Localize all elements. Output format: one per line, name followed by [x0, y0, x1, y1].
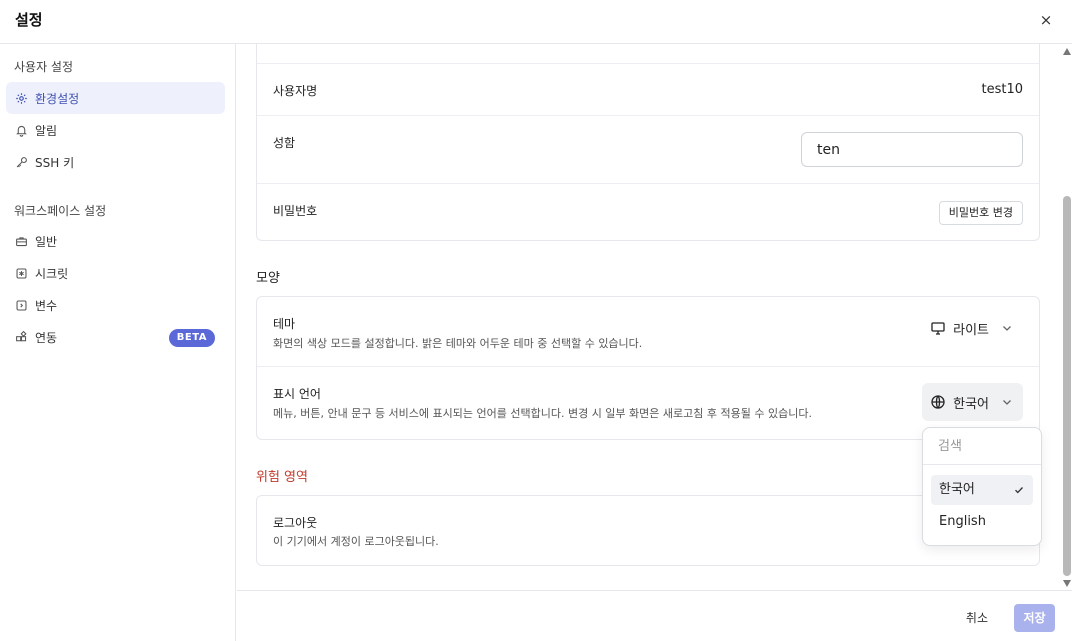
check-icon — [1015, 487, 1023, 494]
scroll-down-arrow-icon[interactable] — [1063, 580, 1071, 587]
language-option-english[interactable]: English — [931, 507, 1033, 537]
secret-icon — [15, 267, 28, 280]
password-row: 비밀번호 비밀번호 변경 — [257, 184, 1039, 241]
appearance-card: 테마 화면의 색상 모드를 설정합니다. 밝은 테마와 어두운 테마 중 선택할… — [256, 296, 1040, 440]
close-button[interactable]: × — [1036, 10, 1056, 30]
password-label: 비밀번호 — [273, 204, 318, 218]
briefcase-icon — [15, 235, 28, 248]
name-input[interactable] — [801, 132, 1023, 167]
settings-sidebar: 사용자 설정 환경설정 알림 SSH 키 워크스페이스 설정 일반 시크릿 변수… — [0, 44, 236, 641]
theme-select[interactable]: 라이트 — [922, 309, 1023, 347]
language-search-input[interactable]: 검색 — [923, 428, 1041, 465]
language-select[interactable]: 한국어 — [922, 383, 1023, 421]
sidebar-item-preferences[interactable]: 환경설정 — [6, 82, 225, 114]
appearance-section-title: 모양 — [256, 271, 280, 286]
theme-description: 화면의 색상 모드를 설정합니다. 밝은 테마와 어두운 테마 중 선택할 수 … — [273, 337, 643, 350]
sidebar-item-label: 환경설정 — [35, 91, 80, 106]
user-settings-group-label: 사용자 설정 — [14, 60, 74, 74]
logout-label: 로그아웃 — [273, 516, 318, 530]
dialog-header: 설정 × — [0, 0, 1072, 44]
sidebar-item-ssh-keys[interactable]: SSH 키 — [6, 146, 225, 178]
name-label: 성함 — [273, 136, 296, 150]
monitor-icon — [930, 320, 946, 336]
gear-icon — [15, 92, 28, 105]
sidebar-item-variables[interactable]: 변수 — [6, 289, 225, 321]
bell-icon — [15, 124, 28, 137]
sidebar-item-label: 일반 — [35, 234, 58, 249]
account-card: 사용자명 test10 성함 비밀번호 비밀번호 변경 — [256, 44, 1040, 241]
logout-description: 이 기기에서 계정이 로그아웃됩니다. — [273, 535, 439, 548]
sidebar-item-label: 변수 — [35, 298, 58, 313]
scroll-up-arrow-icon[interactable] — [1063, 48, 1071, 55]
sidebar-item-label: 알림 — [35, 123, 58, 138]
username-label: 사용자명 — [273, 84, 318, 98]
language-select-value: 한국어 — [953, 396, 989, 412]
sidebar-item-label: SSH 키 — [35, 155, 75, 170]
language-option-korean[interactable]: 한국어 — [931, 475, 1033, 505]
chevron-down-icon — [1001, 322, 1013, 334]
sidebar-item-notifications[interactable]: 알림 — [6, 114, 225, 146]
beta-badge: BETA — [168, 329, 215, 347]
sidebar-item-label: 연동 — [35, 330, 58, 345]
username-row: 사용자명 test10 — [257, 64, 1039, 116]
sidebar-item-general[interactable]: 일반 — [6, 225, 225, 257]
cancel-button[interactable]: 취소 — [958, 604, 996, 632]
dialog-footer: 취소 저장 — [237, 590, 1072, 641]
danger-section-title: 위험 영역 — [256, 470, 308, 485]
change-password-button[interactable]: 비밀번호 변경 — [938, 201, 1023, 225]
scrollbar-thumb[interactable] — [1063, 196, 1071, 576]
username-value: test10 — [981, 82, 1023, 97]
language-dropdown: 검색 한국어 English — [922, 427, 1042, 546]
content-scrollbar[interactable] — [1061, 44, 1072, 590]
theme-row: 테마 화면의 색상 모드를 설정합니다. 밝은 테마와 어두운 테마 중 선택할… — [257, 297, 1039, 367]
sidebar-item-secrets[interactable]: 시크릿 — [6, 257, 225, 289]
name-row: 성함 — [257, 116, 1039, 184]
dialog-title: 설정 — [15, 11, 43, 29]
option-label: English — [939, 514, 986, 529]
chevron-down-icon — [1001, 396, 1013, 408]
option-label: 한국어 — [939, 482, 975, 497]
account-row-hidden — [257, 44, 1039, 64]
integration-icon — [15, 330, 28, 344]
globe-icon — [930, 394, 946, 410]
sidebar-item-label: 시크릿 — [35, 266, 69, 281]
sidebar-item-integrations[interactable]: 연동 BETA — [6, 321, 225, 353]
language-description: 메뉴, 버튼, 안내 문구 등 서비스에 표시되는 언어를 선택합니다. 변경 … — [273, 407, 812, 420]
theme-label: 테마 — [273, 317, 296, 331]
close-icon: × — [1039, 11, 1053, 29]
language-label: 표시 언어 — [273, 387, 321, 401]
workspace-settings-group-label: 워크스페이스 설정 — [14, 204, 107, 218]
theme-select-value: 라이트 — [953, 322, 989, 338]
variable-icon — [15, 299, 28, 312]
key-icon — [15, 156, 28, 169]
save-button[interactable]: 저장 — [1014, 604, 1055, 632]
language-row: 표시 언어 메뉴, 버튼, 안내 문구 등 서비스에 표시되는 언어를 선택합니… — [257, 367, 1039, 440]
